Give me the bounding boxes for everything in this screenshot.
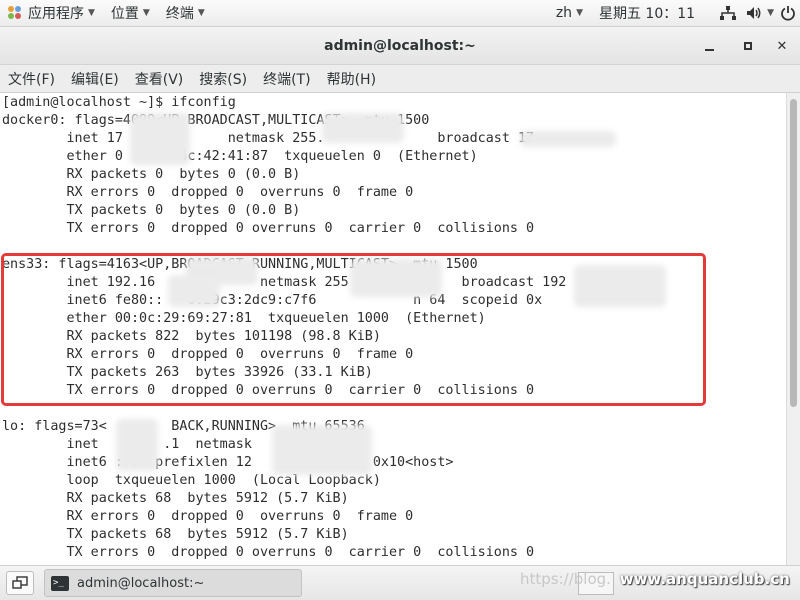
terminal-scrollbar[interactable] [786, 93, 800, 565]
terminal-line: [admin@localhost ~]$ ifconfig [2, 95, 236, 110]
terminal-line: ether 0 4c:42:41:87 txqueuelen 0 (Ethern… [2, 149, 478, 164]
minimize-icon [704, 49, 714, 51]
terminal-line: RX errors 0 dropped 0 overruns 0 frame 0 [2, 509, 414, 524]
watermark-site: www.anquanclub.cn [619, 570, 790, 588]
close-button[interactable]: ✕ [772, 36, 792, 56]
watermark-url: https://blog. [520, 570, 611, 588]
power-icon [781, 6, 795, 21]
terminal-line: RX errors 0 dropped 0 overruns 0 frame 0 [2, 185, 414, 200]
close-icon: ✕ [776, 38, 788, 54]
redaction-blur [272, 425, 372, 475]
watermark: https://blog. www.anquanclub.cn [520, 570, 790, 588]
terminal-line: RX packets 0 bytes 0 (0.0 B) [2, 167, 301, 182]
taskbar-item-label: admin@localhost:~ [77, 575, 205, 591]
input-method-label: zh [555, 5, 573, 21]
menu-search[interactable]: 搜索(S) [191, 65, 255, 92]
menu-terminal[interactable]: 终端(T) [255, 65, 318, 92]
redaction-blur [520, 131, 616, 147]
terminal-app-menu[interactable]: 终端 ▼ [158, 0, 213, 26]
bottom-taskbar: >_ admin@localhost:~ https://blog. www.a… [0, 565, 800, 600]
window-titlebar[interactable]: admin@localhost:~ ✕ [0, 27, 800, 65]
menubar: 文件(F) 编辑(E) 查看(V) 搜索(S) 终端(T) 帮助(H) [0, 65, 800, 93]
terminal-line: TX errors 0 dropped 0 overruns 0 carrier… [2, 221, 535, 236]
chevron-down-icon: ▼ [767, 8, 774, 18]
maximize-button[interactable] [738, 36, 758, 56]
places-menu[interactable]: 位置 ▼ [103, 0, 158, 26]
maximize-icon [744, 42, 752, 50]
places-label: 位置 [110, 6, 139, 22]
terminal-icon: >_ [51, 575, 69, 591]
scrollbar-thumb[interactable] [790, 99, 797, 407]
chevron-down-icon: ▼ [197, 8, 205, 18]
volume-icon [747, 7, 761, 19]
chevron-down-icon: ▼ [576, 8, 583, 18]
gnome-foot-icon [8, 6, 22, 20]
network-icon [720, 6, 737, 20]
terminal-line: RX packets 68 bytes 5912 (5.7 KiB) [2, 491, 349, 506]
redaction-blur [130, 113, 190, 165]
terminal-line: inet6 ::1 prefixlen 12 0x10<host> [2, 455, 454, 470]
applications-label: 应用程序 [28, 6, 84, 22]
menu-view[interactable]: 查看(V) [127, 65, 192, 92]
terminal-output[interactable]: [admin@localhost ~]$ ifconfig docker0: f… [0, 93, 786, 565]
windows-icon [12, 576, 28, 589]
menu-file[interactable]: 文件(F) [0, 65, 63, 92]
taskbar-item-terminal[interactable]: >_ admin@localhost:~ [44, 569, 302, 597]
redaction-blur [116, 419, 158, 471]
menu-help[interactable]: 帮助(H) [319, 65, 384, 92]
top-panel: 应用程序 ▼ 位置 ▼ 终端 ▼ zh ▼ 星期五 10：11 ▼ [0, 0, 800, 27]
terminal-line: inet 17 netmask 255. broadcast 17 [2, 131, 535, 146]
terminal-app-label: 终端 [165, 6, 194, 22]
highlight-box [1, 253, 706, 406]
redaction-blur [322, 113, 404, 143]
clock[interactable]: 星期五 10：11 [591, 0, 703, 26]
system-status-area[interactable]: ▼ [711, 0, 800, 26]
chevron-down-icon: ▼ [88, 8, 95, 18]
clock-label: 星期五 10：11 [598, 6, 696, 22]
window-title: admin@localhost:~ [324, 37, 476, 54]
input-method-indicator[interactable]: zh ▼ [548, 0, 591, 26]
applications-menu[interactable]: 应用程序 ▼ [0, 0, 103, 26]
minimize-button[interactable] [699, 36, 719, 56]
show-desktop-button[interactable] [6, 571, 34, 595]
terminal-line: TX errors 0 dropped 0 overruns 0 carrier… [2, 545, 535, 560]
menu-edit[interactable]: 编辑(E) [63, 65, 127, 92]
terminal-line: TX packets 0 bytes 0 (0.0 B) [2, 203, 301, 218]
terminal-line: TX packets 68 bytes 5912 (5.7 KiB) [2, 527, 349, 542]
chevron-down-icon: ▼ [142, 8, 150, 18]
